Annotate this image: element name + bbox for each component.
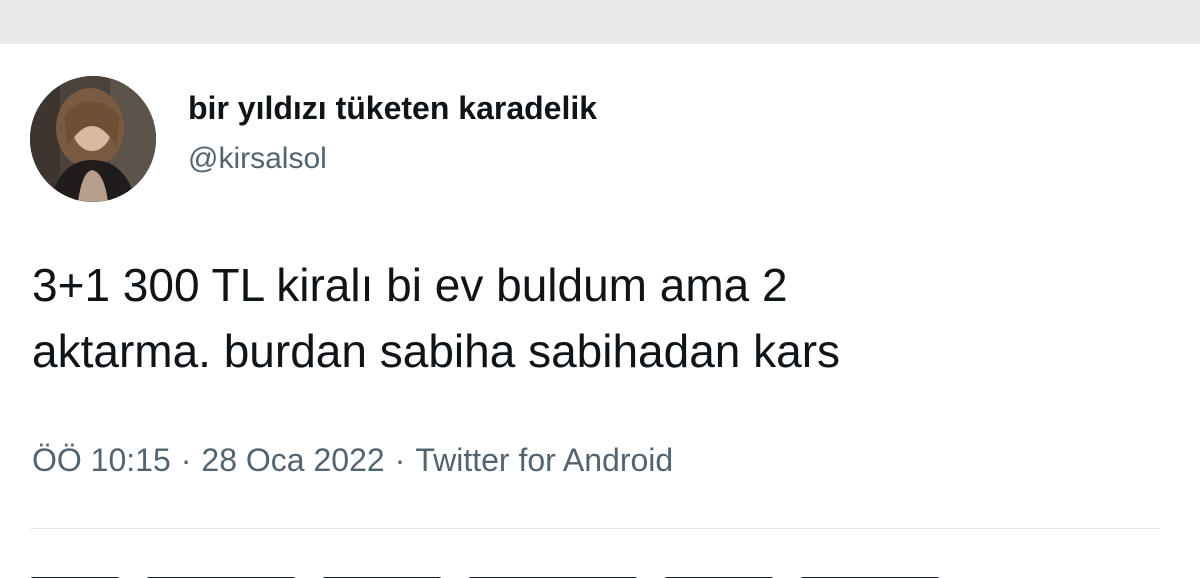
tweet-text: 3+1 300 TL kiralı bi ev buldum ama 2 akt…	[32, 252, 1152, 384]
top-strip	[0, 0, 1200, 44]
tweet-date[interactable]: 28 Oca 2022	[201, 442, 384, 478]
meta-separator: ·	[180, 442, 192, 478]
tweet-card: bir yıldızı tüketen karadelik @kirsalsol…	[0, 44, 1200, 578]
tweet-text-line: 3+1 300 TL kiralı bi ev buldum ama 2	[32, 259, 788, 311]
tweet-text-line: aktarma. burdan sabiha sabihadan kars	[32, 325, 841, 377]
cutoff-content-row	[30, 570, 1030, 578]
meta-separator: ·	[394, 442, 406, 478]
author-display-name[interactable]: bir yıldızı tüketen karadelik	[188, 90, 597, 127]
tweet-time[interactable]: ÖÖ 10:15	[32, 442, 171, 478]
avatar[interactable]	[30, 76, 156, 202]
divider	[30, 528, 1160, 529]
avatar-image	[30, 76, 156, 202]
tweet-source-link[interactable]: Twitter for Android	[415, 442, 673, 478]
author-handle[interactable]: @kirsalsol	[188, 142, 327, 176]
tweet-meta: ÖÖ 10:15 · 28 Oca 2022 · Twitter for Android	[32, 442, 673, 479]
